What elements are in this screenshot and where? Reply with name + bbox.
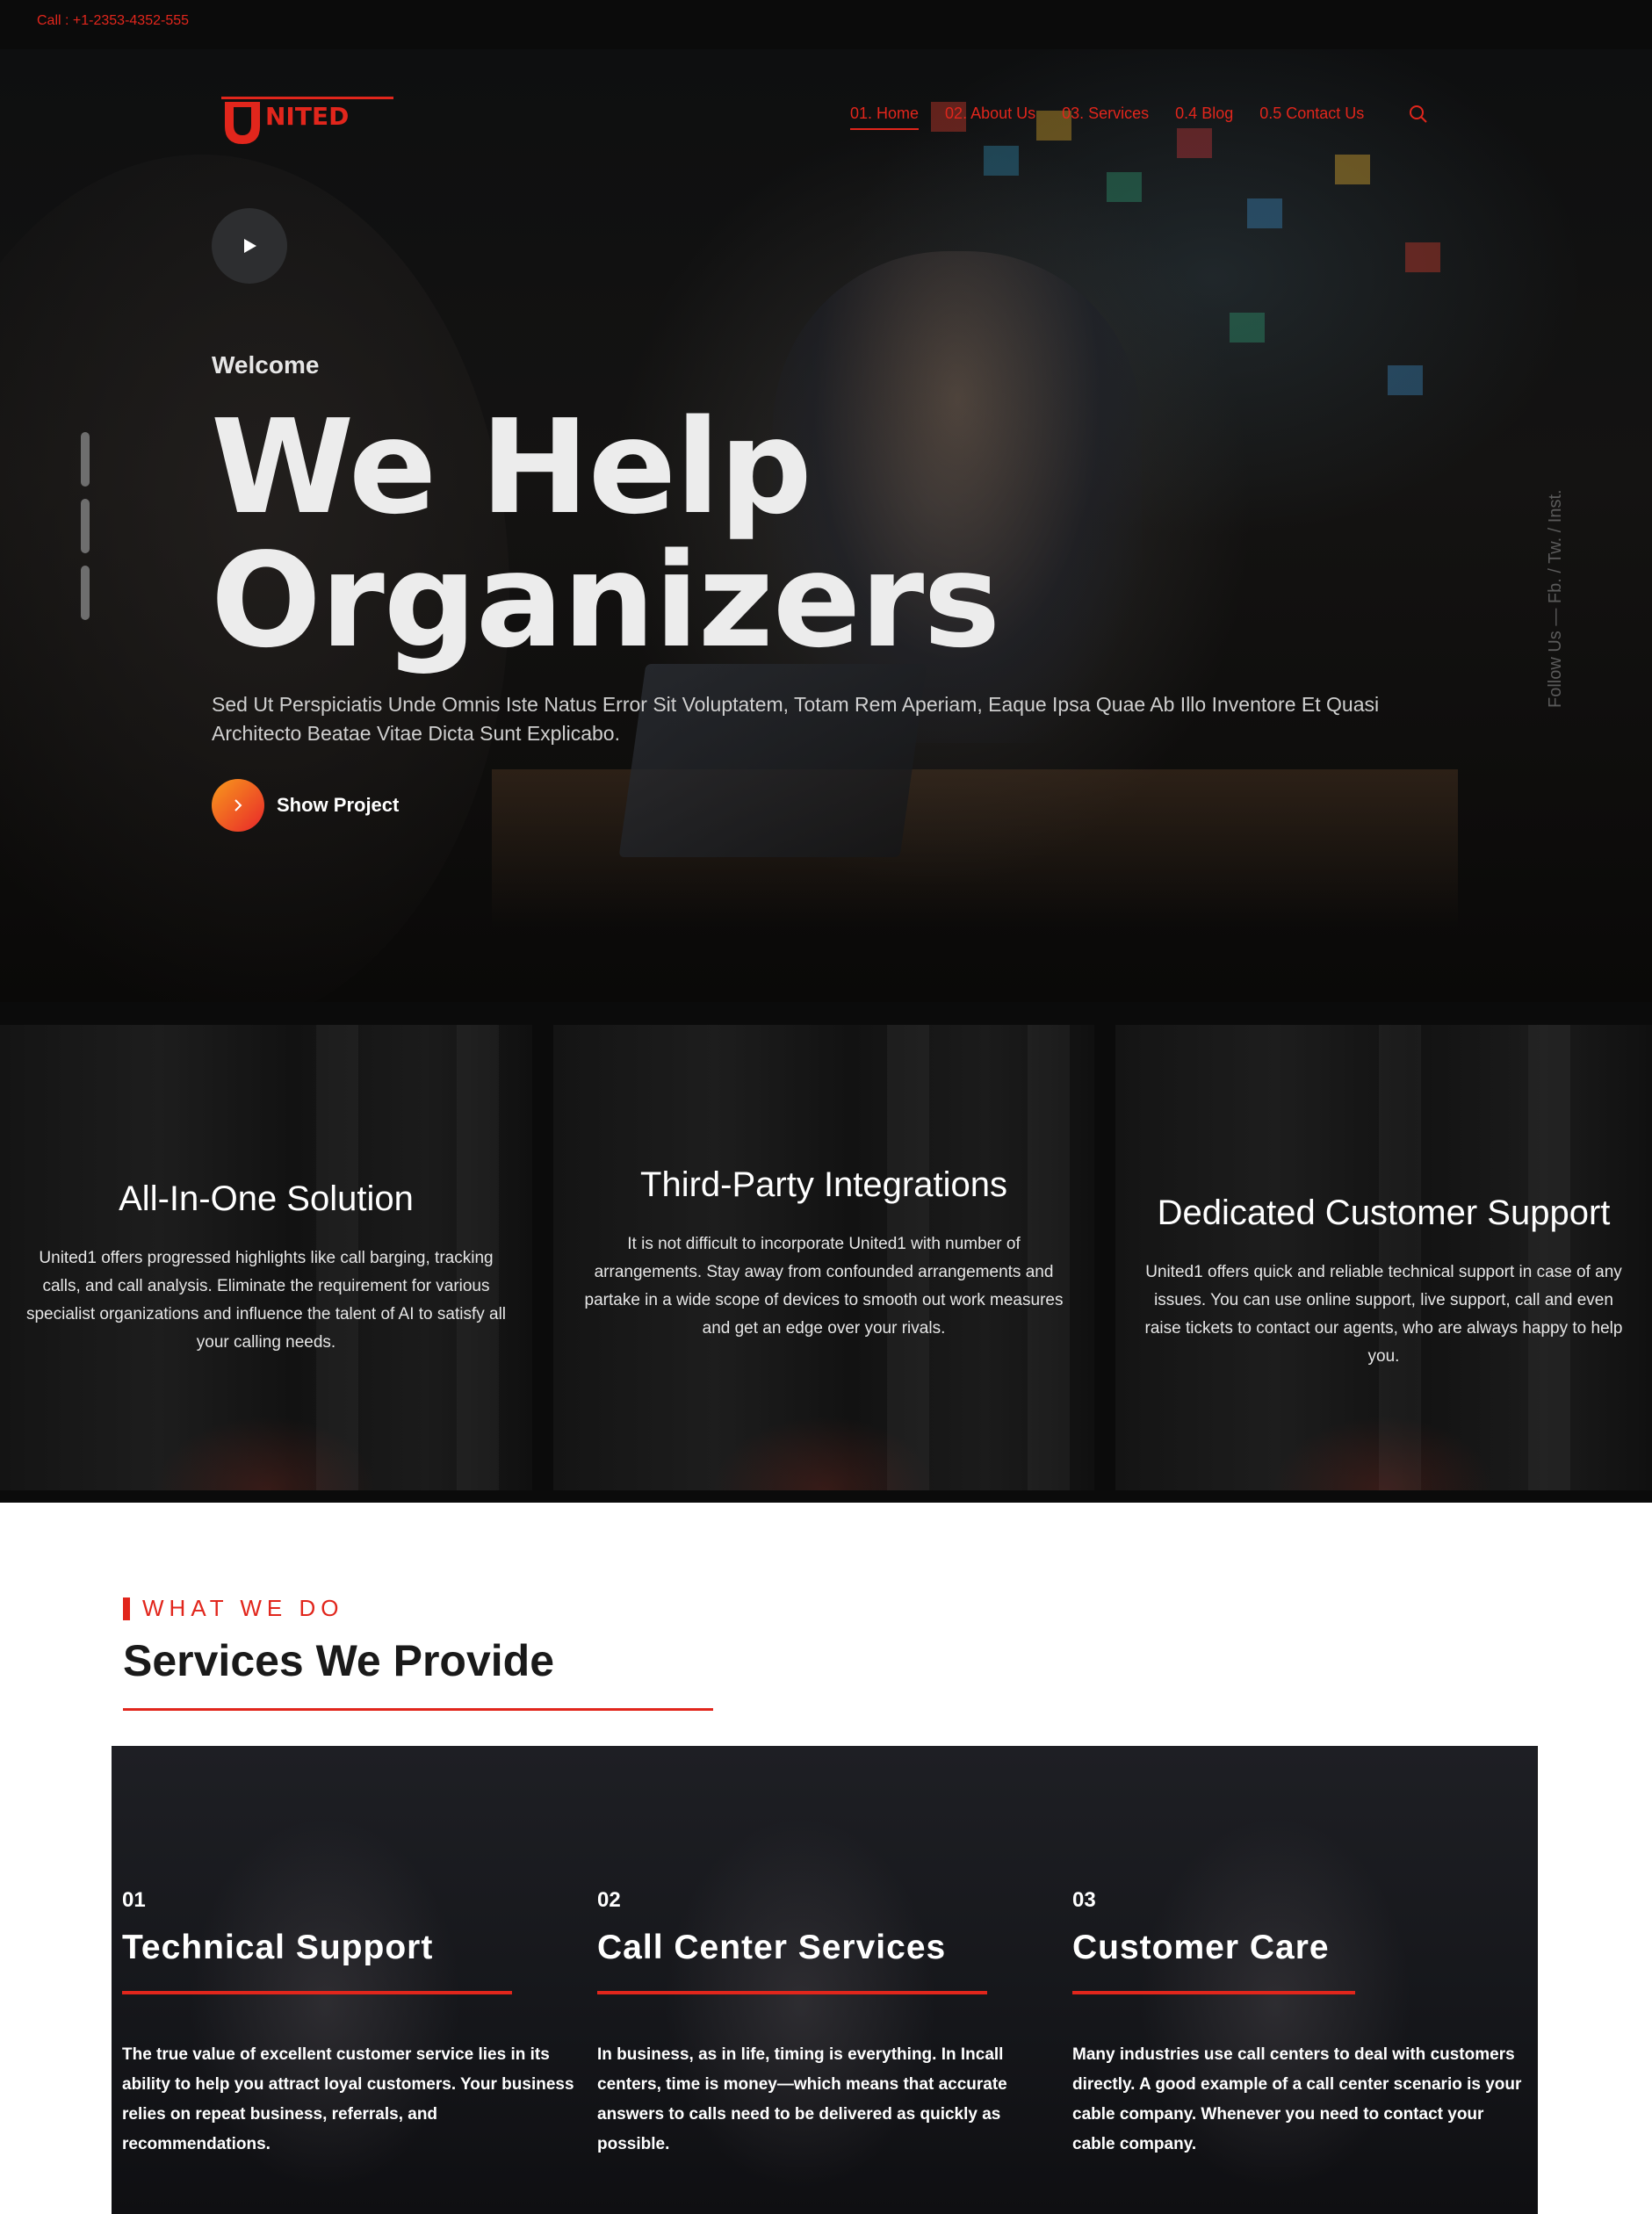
service-card[interactable]: 02 Call Center Services In business, as … (587, 1746, 1062, 2214)
feature-text: United1 offers progressed highlights lik… (25, 1249, 507, 1352)
service-number: 03 (1072, 1888, 1096, 1912)
service-number: 02 (597, 1888, 621, 1912)
kicker-bar (123, 1597, 130, 1620)
card-bg-stripe (1379, 1025, 1421, 1490)
chevron-right-icon (212, 779, 264, 832)
services-kicker: WHAT WE DO (123, 1595, 343, 1622)
service-text: The true value of excellent customer ser… (122, 2045, 574, 2153)
slider-pagination (81, 432, 90, 632)
hero-subtitle: Sed Ut Perspiciatis Unde Omnis Iste Natu… (212, 693, 1380, 745)
feature-text: United1 offers quick and reliable techni… (1144, 1263, 1623, 1366)
service-number: 01 (122, 1888, 146, 1912)
sticky-note (1388, 365, 1423, 395)
sticky-note (1335, 155, 1370, 184)
feature-text: It is not difficult to incorporate Unite… (584, 1235, 1064, 1338)
main-nav: 01. Home 02. About Us 03. Services 0.4 B… (850, 105, 1390, 130)
hero-headline: We Help Organizers (211, 392, 1000, 676)
service-title: Technical Support (122, 1929, 434, 1966)
slider-dot[interactable] (81, 499, 90, 553)
hero-welcome: Welcome (212, 351, 320, 379)
service-title: Call Center Services (597, 1929, 947, 1966)
hero-headline-line2: Organizers (211, 525, 1000, 676)
slider-dot[interactable] (81, 432, 90, 487)
feature-card: Third-Party Integrations It is not diffi… (553, 1025, 1094, 1490)
sticky-note (1247, 198, 1282, 228)
play-icon (244, 239, 256, 253)
united-logo-icon: NITED (221, 97, 393, 144)
card-bg-stripe (1528, 1025, 1570, 1490)
top-bar: Call : +1-2353-4352-555 (0, 0, 1652, 49)
feature-title: Dedicated Customer Support (1157, 1194, 1611, 1232)
nav-contact-us[interactable]: 0.5 Contact Us (1259, 105, 1364, 130)
nav-services[interactable]: 03. Services (1062, 105, 1149, 130)
service-underline (122, 1991, 512, 1994)
feature-title: Third-Party Integrations (640, 1165, 1007, 1204)
logo[interactable]: NITED (221, 74, 397, 153)
feature-card: All-In-One Solution United1 offers progr… (0, 1025, 532, 1490)
play-video-button[interactable] (212, 208, 287, 284)
nav-blog[interactable]: 0.4 Blog (1175, 105, 1233, 130)
services-grid: 01 Technical Support The true value of e… (112, 1746, 1538, 2214)
service-underline (1072, 1991, 1355, 1994)
nav-about-us[interactable]: 02. About Us (945, 105, 1035, 130)
service-text: Many industries use call centers to deal… (1072, 2045, 1522, 2153)
service-card[interactable]: 01 Technical Support The true value of e… (112, 1746, 587, 2214)
services-kicker-text: WHAT WE DO (142, 1595, 344, 1621)
service-card[interactable]: 03 Customer Care Many industries use cal… (1062, 1746, 1537, 2214)
call-text[interactable]: Call : +1-2353-4352-555 (37, 13, 189, 29)
sticky-note (984, 146, 1019, 176)
hero-section: NITED 01. Home 02. About Us 03. Services… (0, 49, 1652, 1002)
service-title: Customer Care (1072, 1929, 1330, 1966)
show-project-label: Show Project (277, 794, 400, 816)
logo-wordmark: NITED (265, 102, 349, 131)
service-underline (597, 1991, 987, 1994)
social-follow[interactable]: Follow Us — Fb. / Tw. / Inst. (1546, 489, 1566, 708)
sticky-note (1405, 242, 1440, 272)
hero-headline-line1: We Help (211, 392, 812, 543)
sticky-note (1230, 313, 1265, 343)
sticky-note (1107, 172, 1142, 202)
service-text: In business, as in life, timing is every… (597, 2045, 1007, 2153)
services-title-underline (123, 1708, 713, 1711)
feature-title: All-In-One Solution (119, 1179, 414, 1218)
services-title: Services We Provide (123, 1636, 555, 1685)
slider-dot[interactable] (81, 566, 90, 620)
features-section: All-In-One Solution United1 offers progr… (0, 1002, 1652, 1503)
nav-home[interactable]: 01. Home (850, 105, 920, 130)
feature-card: Dedicated Customer Support United1 offer… (1115, 1025, 1652, 1490)
show-project-button[interactable]: Show Project (212, 779, 399, 832)
sticky-note (1177, 128, 1212, 158)
search-icon[interactable] (1408, 104, 1429, 125)
